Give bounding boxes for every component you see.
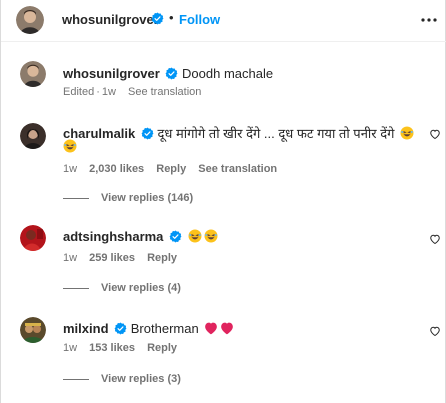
caption-see-translation[interactable]: See translation	[128, 86, 201, 98]
replies-divider	[63, 378, 89, 380]
see-translation-button[interactable]: See translation	[198, 163, 277, 175]
comment-time[interactable]: 1w	[63, 342, 77, 354]
caption-time[interactable]: 1w	[102, 86, 116, 98]
like-heart-icon[interactable]	[429, 325, 441, 337]
laughing-emoji-icon	[188, 229, 202, 243]
comment-likes[interactable]: 259 likes	[89, 252, 135, 264]
red-heart-emoji-icon	[204, 322, 218, 335]
caption-dot: ·	[96, 86, 100, 98]
post-comments-panel: whosunilgrover • Follow whosunilgrover D…	[0, 0, 446, 403]
follow-button[interactable]: Follow	[179, 12, 220, 27]
replies-divider	[63, 197, 89, 199]
comment-time[interactable]: 1w	[63, 252, 77, 264]
view-replies-button[interactable]: View replies (146)	[63, 192, 193, 206]
reply-button[interactable]: Reply	[147, 342, 177, 354]
comment-likes[interactable]: 153 likes	[89, 342, 135, 354]
laughing-emoji-icon	[400, 126, 414, 140]
view-replies-label[interactable]: View replies (4)	[101, 282, 181, 294]
comment-text: दूध मांगोगे तो खीर देंगे ... दूध फट गया …	[157, 126, 395, 141]
more-options-icon[interactable]	[419, 10, 439, 30]
caption-avatar[interactable]	[20, 61, 46, 87]
caption-username[interactable]: whosunilgrover	[63, 66, 160, 81]
verified-badge-icon	[151, 12, 164, 25]
verified-badge-icon	[141, 127, 154, 140]
view-replies-label[interactable]: View replies (146)	[101, 192, 193, 204]
comment-username[interactable]: milxind	[63, 321, 109, 336]
verified-badge-icon	[165, 67, 178, 80]
like-heart-icon[interactable]	[429, 233, 441, 245]
reply-button[interactable]: Reply	[147, 252, 177, 264]
caption-edited-label: Edited	[63, 86, 95, 98]
header-avatar[interactable]	[16, 6, 44, 34]
view-replies-button[interactable]: View replies (3)	[63, 373, 181, 387]
replies-divider	[63, 287, 89, 289]
comment-text: Brotherman	[130, 321, 199, 336]
header-username[interactable]: whosunilgrover	[62, 12, 159, 27]
view-replies-button[interactable]: View replies (4)	[63, 282, 181, 296]
reply-button[interactable]: Reply	[156, 163, 186, 175]
view-replies-label[interactable]: View replies (3)	[101, 373, 181, 385]
verified-badge-icon	[169, 230, 182, 243]
comment-avatar[interactable]	[20, 317, 46, 343]
laughing-emoji-icon	[204, 229, 218, 243]
comment-avatar[interactable]	[20, 123, 46, 149]
like-heart-icon[interactable]	[429, 128, 441, 140]
caption-text: Doodh machale	[182, 66, 274, 81]
comment-time[interactable]: 1w	[63, 163, 77, 175]
post-header: whosunilgrover • Follow	[1, 0, 446, 42]
comment-username[interactable]: adtsinghsharma	[63, 229, 163, 244]
verified-badge-icon	[114, 322, 127, 335]
laughing-emoji-icon	[63, 139, 77, 153]
red-heart-emoji-icon	[220, 322, 234, 335]
comment-likes[interactable]: 2,030 likes	[89, 163, 144, 175]
comment-avatar[interactable]	[20, 225, 46, 251]
header-separator: •	[169, 10, 174, 25]
